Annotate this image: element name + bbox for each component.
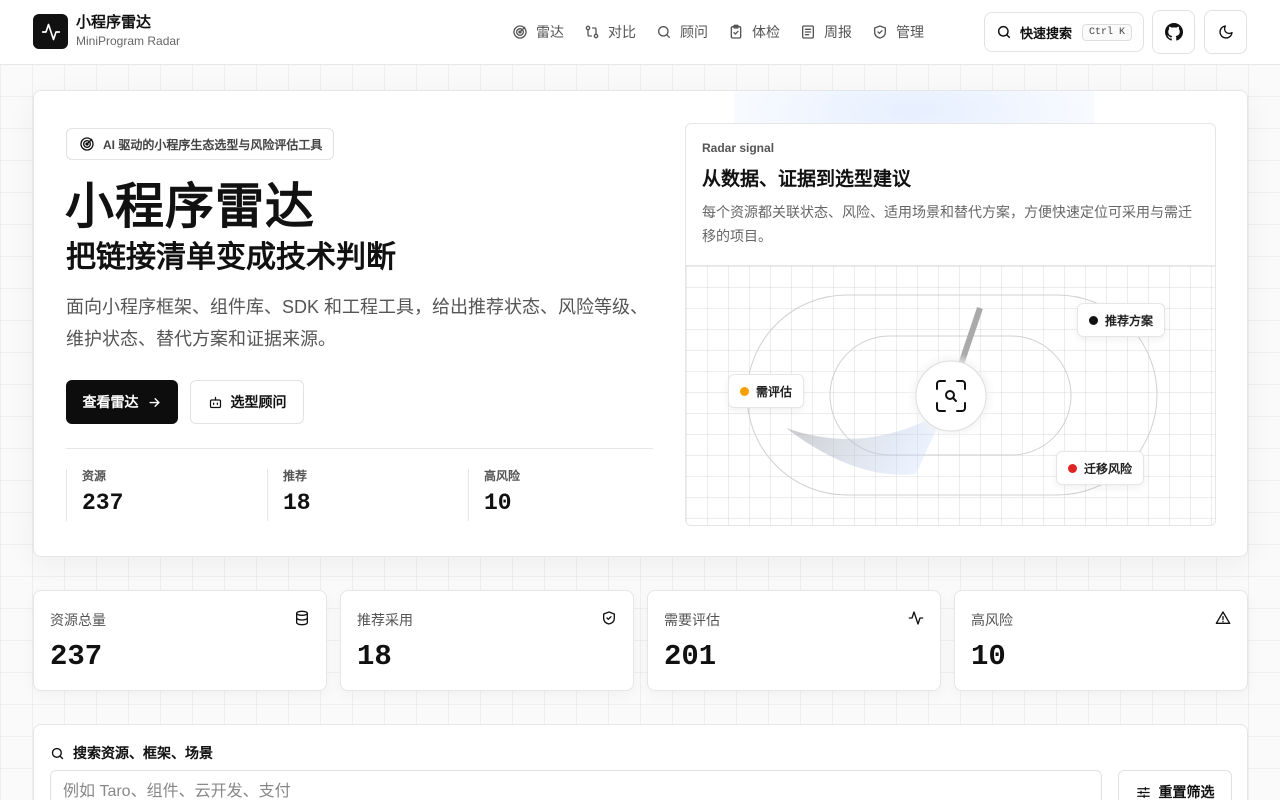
selection-advisor-label: 选型顾问 [230,394,287,410]
radar-title: 从数据、证据到选型建议 [702,169,912,190]
stat-card-label: 资源总量 [50,612,106,628]
hero-stat-resources: 资源 237 [66,469,123,521]
bot-icon [209,396,221,408]
nav-item-label: 顾问 [680,24,708,40]
chip-migration-risk: 迁移风险 [1056,451,1145,485]
stat-card-value: 18 [357,640,392,673]
stat-card-label: 推荐采用 [357,612,413,628]
stat-card-value: 237 [50,640,103,673]
stat-card-value: 10 [971,640,1006,673]
shield-check-icon [603,611,615,625]
hero-stat-value: 18 [283,490,311,516]
hero-subtitle: 把链接清单变成技术判断 [66,241,396,274]
stat-card-label: 高风险 [971,612,1013,628]
radar-description: 每个资源都关联状态、风险、适用场景和替代方案，方便快速定位可采用与需迁移的项目。 [702,204,1192,244]
chip-label: 推荐方案 [1105,313,1154,328]
stat-card-recommended: 推荐采用 18 [340,590,634,691]
search-icon [51,747,64,759]
nav-item-label: 体检 [752,24,780,40]
top-header: 小程序雷达 MiniProgram Radar 雷达 对比 顾问 体检 周报 管… [0,0,1280,65]
theme-toggle-button[interactable] [1204,10,1247,54]
resource-search-input[interactable] [50,770,1102,800]
hero-stat-label: 资源 [82,469,107,483]
alert-triangle-icon [1215,611,1231,624]
radar-visual: 推荐方案 需评估 迁移风险 [686,266,1215,525]
nav-item-advisor[interactable]: 顾问 [648,16,716,48]
brand[interactable]: 小程序雷达 MiniProgram Radar [33,14,180,49]
nav-item-label: 对比 [608,24,636,40]
stat-card-high-risk: 高风险 10 [954,590,1248,691]
status-dot [1068,463,1077,473]
brand-subtitle: MiniProgram Radar [76,34,181,48]
view-radar-label: 查看雷达 [82,394,139,410]
hero-description: 面向小程序框架、组件库、SDK 和工程工具，给出推荐状态、风险等级、维护状态、替… [66,297,649,349]
stat-card-total-resources: 资源总量 237 [33,590,327,691]
hero-stat-high-risk: 高风险 10 [468,469,520,521]
chip-label: 需评估 [756,384,793,399]
hero-badge-label: AI 驱动的小程序生态选型与风险评估工具 [103,137,323,152]
search-icon [658,26,670,38]
status-dot [1089,315,1098,325]
chip-recommended: 推荐方案 [1077,303,1166,337]
clipboard-check-icon [730,24,742,39]
git-compare-icon [585,25,599,39]
nav-item-label: 周报 [824,24,852,40]
hero-title: 小程序雷达 [65,180,316,234]
reset-filters-label: 重置筛选 [1158,784,1215,800]
radar-icon [80,137,94,151]
stat-card-needs-evaluation: 需要评估 201 [647,590,941,691]
nav-item-compare[interactable]: 对比 [576,16,644,48]
search-panel-title-label: 搜索资源、框架、场景 [73,745,213,761]
nav-item-label: 雷达 [536,24,564,40]
selection-advisor-button[interactable]: 选型顾问 [190,380,304,424]
shield-check-icon [874,25,886,39]
hero-badge: AI 驱动的小程序生态选型与风险评估工具 [66,128,335,160]
database-icon [296,610,308,626]
hero-stat-label: 推荐 [283,469,308,483]
arrow-right-icon [148,397,160,407]
nav-item-label: 管理 [896,24,924,40]
github-icon [1164,23,1183,41]
github-button[interactable] [1152,10,1195,54]
chip-label: 迁移风险 [1084,461,1133,476]
main-nav: 雷达 对比 顾问 体检 周报 管理 [504,16,936,48]
radar-kicker: Radar signal [702,141,775,155]
quick-search-label: 快速搜索 [1020,25,1073,41]
stat-card-label: 需要评估 [664,612,720,628]
brand-title: 小程序雷达 [76,14,152,31]
radar-signal-card: Radar signal 从数据、证据到选型建议 每个资源都关联状态、风险、适用… [685,123,1216,526]
hero-stat-label: 高风险 [484,469,521,483]
sliders-icon [1136,786,1150,798]
hero-stat-value: 237 [82,490,124,516]
view-radar-button[interactable]: 查看雷达 [66,380,178,424]
chip-needs-evaluation: 需评估 [728,374,805,408]
hero-stat-value: 10 [484,490,512,516]
reset-filters-button[interactable]: 重置筛选 [1118,770,1232,800]
search-panel-title: 搜索资源、框架、场景 [50,743,213,763]
newspaper-icon [802,25,814,39]
keyboard-shortcut: Ctrl K [1082,23,1132,41]
activity-icon [908,611,924,625]
resource-search-panel: 搜索资源、框架、场景 重置筛选 [33,724,1248,800]
search-icon [997,25,1011,39]
stat-card-value: 201 [664,640,717,673]
radar-card-header: Radar signal 从数据、证据到选型建议 每个资源都关联状态、风险、适用… [686,124,1215,266]
hero-stat-recommended: 推荐 18 [267,469,311,521]
quick-search-button[interactable]: 快速搜索 Ctrl K [984,12,1144,52]
status-dot [740,386,749,396]
nav-item-admin[interactable]: 管理 [864,16,932,48]
moon-icon [1218,25,1233,39]
divider [66,448,653,449]
activity-icon [33,14,68,49]
radar-icon [513,25,527,39]
nav-item-weekly[interactable]: 周报 [792,16,860,48]
hero-section: AI 驱动的小程序生态选型与风险评估工具 小程序雷达 把链接清单变成技术判断 面… [33,90,1248,557]
nav-item-radar[interactable]: 雷达 [504,16,572,48]
nav-item-checkup[interactable]: 体检 [720,16,788,48]
